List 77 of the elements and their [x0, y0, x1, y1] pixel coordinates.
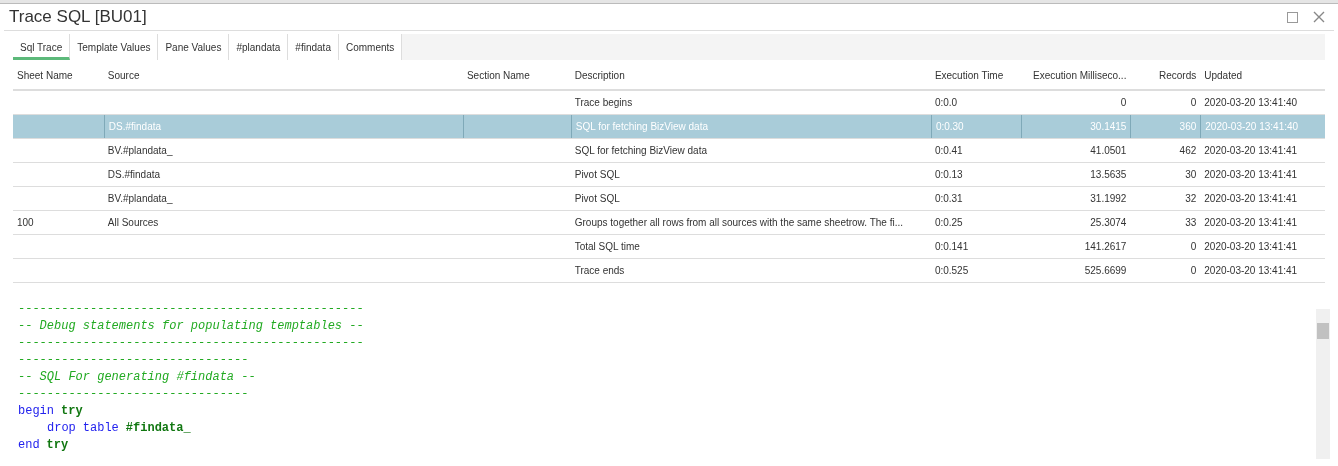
- table-cell-text: Pivot SQL: [574, 192, 620, 206]
- table-cell-text: Total SQL time: [574, 240, 640, 254]
- code-token: drop: [47, 420, 76, 437]
- column-header[interactable]: Source: [103, 68, 463, 83]
- table-cell-text: 2020-03-20 13:41:40: [1204, 96, 1298, 110]
- table-cell-text: 0:0.13: [934, 168, 963, 182]
- table-cell-text: 100: [17, 216, 34, 230]
- table-cell-text: 30: [1185, 168, 1197, 182]
- table-cell-text: 0:0.25: [934, 216, 963, 230]
- table-cell-text: 0: [1190, 96, 1197, 110]
- table-cell-text: 0: [1120, 96, 1127, 110]
- tab[interactable]: Comments: [338, 34, 403, 60]
- table-cell-text: 32: [1185, 192, 1197, 206]
- table-cell-text: DS.#findata: [107, 168, 161, 182]
- table-cell-text: All Sources: [107, 216, 159, 230]
- table-cell-text: 0:0.41: [934, 144, 963, 158]
- table-cell-text: 0:0.0: [934, 96, 958, 110]
- table-cell-text: 2020-03-20 13:41:41: [1204, 240, 1298, 254]
- table-cell-text: Pivot SQL: [574, 168, 620, 182]
- tab[interactable]: #findata: [288, 34, 339, 60]
- column-header[interactable]: Records: [1130, 68, 1201, 83]
- code-token: end: [18, 437, 40, 454]
- table-cell-text: 0:0.141: [934, 240, 969, 254]
- code-comment: --------------------------------: [18, 386, 249, 403]
- table-cell-text: SQL for fetching BizView data: [575, 120, 708, 134]
- table-cell-text: 360: [1179, 120, 1197, 134]
- table-cell-text: 2020-03-20 13:41:41: [1204, 192, 1298, 206]
- code-comment: ------------------------------------------------: [18, 301, 364, 318]
- table-cell-text: 33: [1185, 216, 1197, 230]
- table-cell-text: 30.1415: [1090, 120, 1127, 134]
- code-comment: ------------------------------------------------: [18, 335, 364, 352]
- table-cell-text: BV.#plandata_: [107, 192, 173, 206]
- table-cell-text: 525.6699: [1084, 264, 1127, 278]
- table-cell-text: 0: [1190, 264, 1197, 278]
- table-cell-text: Trace ends: [574, 264, 625, 278]
- code-comment: -- Debug statements for populating temptables --: [18, 318, 364, 335]
- table-cell-text: 2020-03-20 13:41:41: [1204, 264, 1298, 278]
- table-cell-text: SQL for fetching BizView data: [574, 144, 707, 158]
- column-header[interactable]: Description: [570, 68, 931, 83]
- table-cell-text: 2020-03-20 13:41:40: [1205, 120, 1299, 134]
- table-cell-text: 13.5635: [1090, 168, 1127, 182]
- scrollbar[interactable]: [1316, 309, 1330, 459]
- column-header[interactable]: Execution Time: [930, 68, 1021, 83]
- tab[interactable]: Pane Values: [158, 34, 230, 60]
- table-cell-text: 0:0.30: [935, 120, 964, 134]
- table-cell-text: 0:0.31: [934, 192, 963, 206]
- table-cell-text: 0:0.525: [934, 264, 969, 278]
- table-cell-text: 2020-03-20 13:41:41: [1204, 144, 1298, 158]
- code-token: try: [61, 403, 83, 420]
- table-cell-text: 41.0501: [1090, 144, 1127, 158]
- table-cell-text: 2020-03-20 13:41:41: [1204, 216, 1298, 230]
- table-cell-text: 141.2617: [1084, 240, 1127, 254]
- tab[interactable]: Sql Trace: [13, 34, 71, 60]
- table-cell-text: 462: [1179, 144, 1197, 158]
- column-header[interactable]: Section Name: [462, 68, 571, 83]
- code-token: table: [82, 420, 119, 437]
- table-cell-text: 0: [1190, 240, 1197, 254]
- table-cell-text: 25.3074: [1090, 216, 1127, 230]
- close-icon[interactable]: [1313, 11, 1325, 23]
- tab[interactable]: #plandata: [229, 34, 289, 60]
- column-header[interactable]: Execution Milliseco...: [1020, 68, 1131, 83]
- code-comment: --------------------------------: [18, 352, 249, 369]
- table-cell-text: Trace begins: [574, 96, 633, 110]
- maximize-icon[interactable]: [1287, 11, 1298, 23]
- column-header[interactable]: Updated: [1200, 68, 1325, 83]
- code-token: begin: [18, 403, 54, 420]
- table-cell-text: DS.#findata: [108, 120, 162, 134]
- tab[interactable]: Template Values: [70, 34, 159, 60]
- window-title: Trace SQL [BU01]: [9, 6, 147, 29]
- table-cell-text: BV.#plandata_: [107, 144, 173, 158]
- table-cell-text: 2020-03-20 13:41:41: [1204, 168, 1298, 182]
- code-token: try: [46, 437, 69, 454]
- table-cell-text: 31.1992: [1090, 192, 1127, 206]
- code-comment: -- SQL For generating #findata --: [18, 369, 256, 386]
- table-cell-text: Groups together all rows from all sources with the same sheetrow. The fi...: [574, 216, 903, 230]
- code-token: #findata_: [125, 420, 191, 437]
- column-header[interactable]: Sheet Name: [13, 68, 104, 83]
